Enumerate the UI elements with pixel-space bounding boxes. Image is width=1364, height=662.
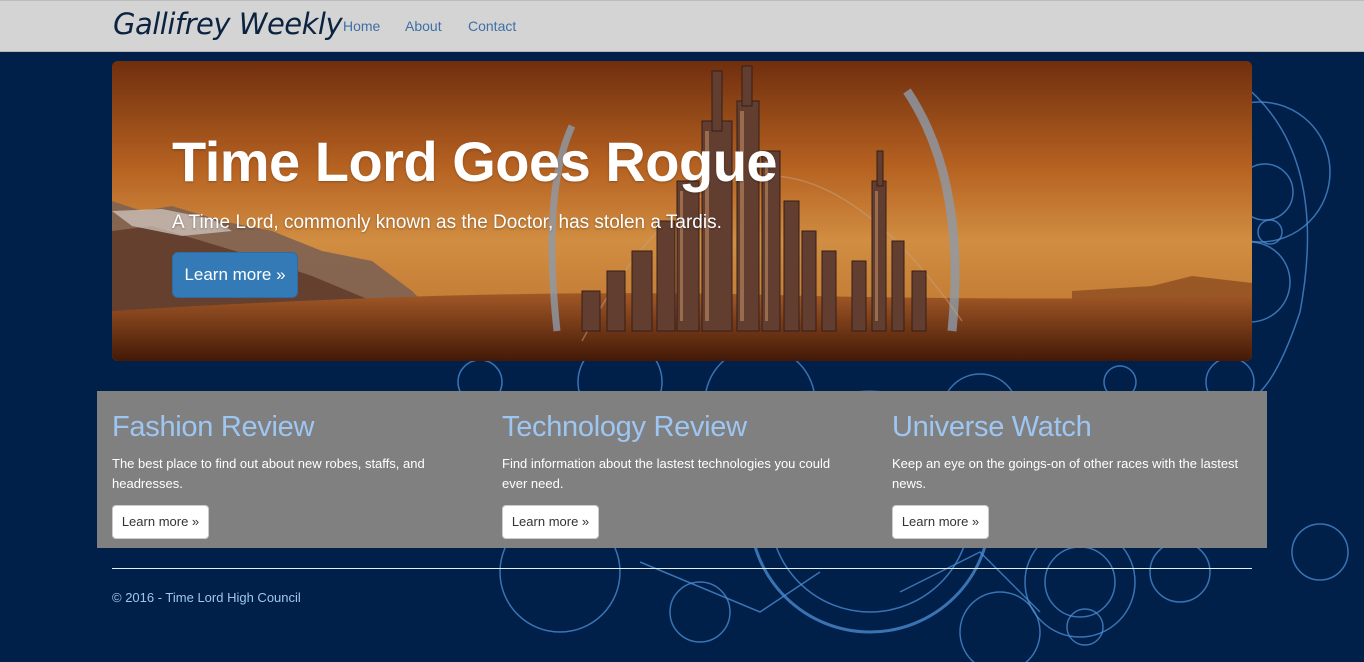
feature-description: Find information about the lastest techn… xyxy=(502,456,831,491)
hero-subtitle: A Time Lord, commonly known as the Docto… xyxy=(172,212,722,233)
hero-title: Time Lord Goes Rogue xyxy=(172,130,778,193)
feature-heading: Technology Review xyxy=(502,411,747,443)
hero-citadel-illustration xyxy=(112,61,1252,361)
technology-learn-more-button[interactable]: Learn more » xyxy=(502,505,599,539)
universe-learn-more-button[interactable]: Learn more » xyxy=(892,505,989,539)
fashion-learn-more-button[interactable]: Learn more » xyxy=(112,505,209,539)
feature-heading: Universe Watch xyxy=(892,411,1092,443)
feature-heading: Fashion Review xyxy=(112,411,315,443)
hero-learn-more-button[interactable]: Learn more » xyxy=(172,252,298,298)
feature-column-fashion: Fashion Review The best place to find ou… xyxy=(112,391,472,539)
footer-divider xyxy=(112,568,1252,569)
footer-copyright: © 2016 - Time Lord High Council xyxy=(112,590,301,605)
feature-column-universe: Universe Watch Keep an eye on the goings… xyxy=(892,391,1252,539)
feature-description: Keep an eye on the goings-on of other ra… xyxy=(892,456,1239,491)
nav-link-about[interactable]: About xyxy=(405,18,442,34)
top-navbar: Gallifrey Weekly Home About Contact xyxy=(0,0,1364,52)
feature-description: The best place to find out about new rob… xyxy=(112,456,425,491)
feature-columns: Fashion Review The best place to find ou… xyxy=(97,391,1267,548)
site-brand[interactable]: Gallifrey Weekly xyxy=(113,7,343,41)
nav-link-contact[interactable]: Contact xyxy=(468,18,516,34)
feature-column-technology: Technology Review Find information about… xyxy=(502,391,862,539)
nav-link-home[interactable]: Home xyxy=(343,18,380,34)
hero-jumbotron: Time Lord Goes Rogue A Time Lord, common… xyxy=(112,61,1252,361)
